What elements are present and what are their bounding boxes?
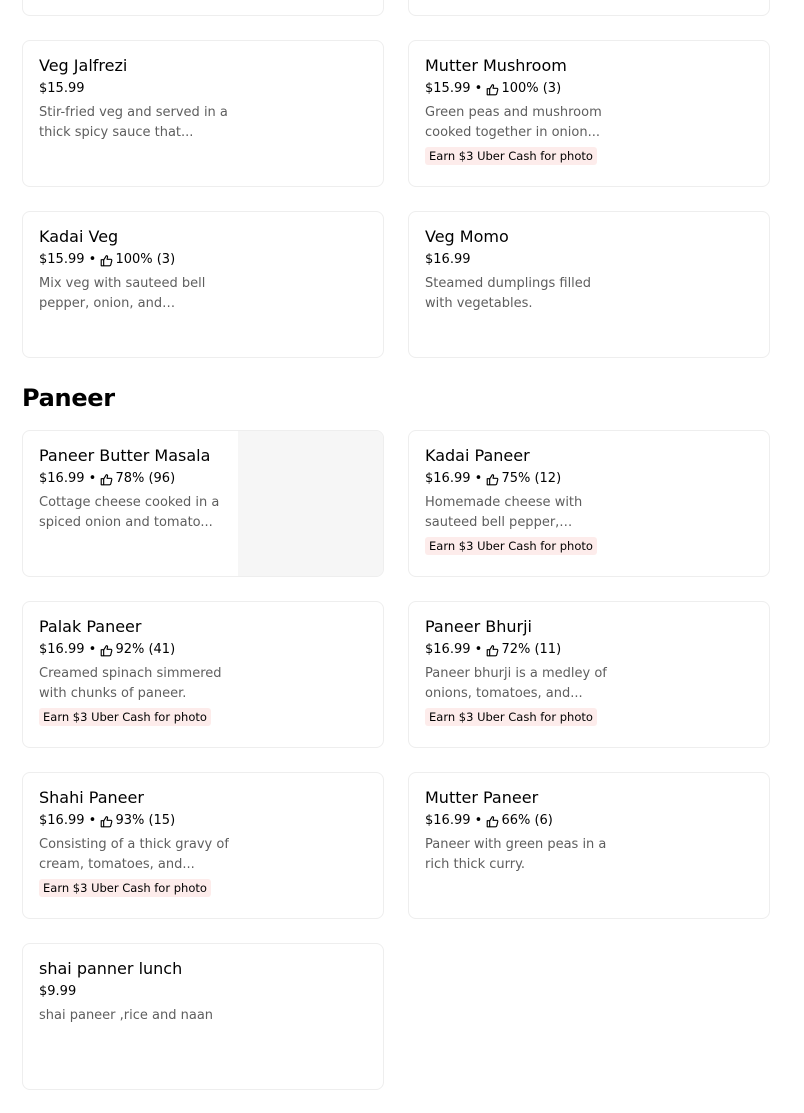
- separator: •: [470, 81, 487, 96]
- item-name: Mutter Paneer: [425, 788, 539, 807]
- thumbs-up-icon: [486, 83, 499, 96]
- item-name: Veg Jalfrezi: [39, 56, 128, 75]
- item-rating: 100% (3): [501, 81, 562, 96]
- item-description: Creamed spinach simmered with chunks of …: [39, 666, 222, 701]
- uber-cash-promo-badge: Earn $3 Uber Cash for photo: [425, 708, 597, 726]
- item-name: Mutter Mushroom: [425, 56, 567, 75]
- item-meta: $15.99 • 100% (3): [39, 251, 239, 269]
- uber-cash-promo-badge: Earn $3 Uber Cash for photo: [425, 537, 597, 555]
- uber-cash-promo-badge: Earn $3 Uber Cash for photo: [425, 147, 597, 165]
- menu-item-card[interactable]: Veg Jalfrezi $15.99 Stir-fried veg and ser…: [22, 40, 384, 187]
- menu-item-card[interactable]: Paneer Bhurji $16.99 • 72% (11) Paneer bhu…: [408, 601, 770, 748]
- separator: •: [470, 813, 487, 828]
- item-description: Paneer bhurji is a medley of onions, tom…: [425, 666, 607, 701]
- separator: •: [470, 471, 487, 486]
- thumbs-up-icon: [486, 644, 499, 657]
- thumbs-up-icon: [100, 644, 113, 657]
- uber-cash-promo-badge: Earn $3 Uber Cash for photo: [39, 708, 211, 726]
- item-meta: $16.99: [425, 251, 625, 269]
- item-meta: $9.99: [39, 983, 239, 1001]
- menu-item-card-partial[interactable]: [408, 0, 770, 16]
- item-meta: $16.99 • 78% (96): [39, 470, 239, 488]
- item-meta: $16.99 • 66% (6): [425, 812, 625, 830]
- item-price: $16.99: [425, 252, 471, 267]
- separator: •: [470, 642, 487, 657]
- thumbs-up-icon: [100, 815, 113, 828]
- item-rating: 75% (12): [501, 471, 562, 486]
- item-meta: $16.99 • 72% (11): [425, 641, 625, 659]
- item-description: Consisting of a thick gravy of cream, to…: [39, 837, 229, 872]
- item-price: $16.99: [39, 642, 85, 657]
- menu-item-card[interactable]: Kadai Veg $15.99 • 100% (3) Mix veg with s…: [22, 211, 384, 358]
- menu-item-card[interactable]: Kadai Paneer $16.99 • 75% (12) Homemade ch…: [408, 430, 770, 577]
- uber-cash-promo-badge: Earn $3 Uber Cash for photo: [39, 879, 211, 897]
- item-name: Paneer Butter Masala: [39, 446, 211, 465]
- item-description: Homemade cheese with sauteed bell pepper…: [425, 495, 583, 530]
- item-name: Kadai Veg: [39, 227, 119, 246]
- item-description: Steamed dumplings filled with vegetables…: [425, 276, 592, 311]
- item-price: $16.99: [39, 813, 85, 828]
- separator: •: [84, 471, 101, 486]
- item-meta: $16.99 • 93% (15): [39, 812, 239, 830]
- item-name: Kadai Paneer: [425, 446, 530, 465]
- item-rating: 100% (3): [115, 252, 176, 267]
- item-name: shai panner lunch: [39, 959, 183, 978]
- item-meta: $15.99: [39, 80, 239, 98]
- item-meta: $16.99 • 92% (41): [39, 641, 239, 659]
- item-rating: 78% (96): [115, 471, 176, 486]
- thumbs-up-icon: [100, 254, 113, 267]
- menu-item-card[interactable]: shai panner lunch $9.99 shai paneer ,rice …: [22, 943, 384, 1090]
- item-name: Paneer Bhurji: [425, 617, 532, 636]
- item-price: $16.99: [425, 471, 471, 486]
- separator: •: [84, 642, 101, 657]
- menu-item-card[interactable]: Mutter Paneer $16.99 • 66% (6) Paneer with…: [408, 772, 770, 919]
- item-name: Shahi Paneer: [39, 788, 144, 807]
- section-title-paneer: Paneer: [22, 384, 115, 412]
- item-price: $9.99: [39, 984, 77, 999]
- item-price: $16.99: [425, 642, 471, 657]
- item-price: $15.99: [39, 81, 85, 96]
- item-price: $15.99: [39, 252, 85, 267]
- separator: •: [84, 813, 101, 828]
- thumbs-up-icon: [486, 473, 499, 486]
- item-image: [238, 431, 383, 576]
- item-meta: $16.99 • 75% (12): [425, 470, 625, 488]
- item-name: Palak Paneer: [39, 617, 142, 636]
- item-description: Cottage cheese cooked in a spiced onion …: [39, 495, 220, 530]
- item-description: Green peas and mushroom cooked together …: [425, 105, 602, 140]
- item-description: shai paneer ,rice and naan: [39, 1008, 214, 1023]
- menu-item-card-partial[interactable]: [22, 0, 384, 16]
- menu-item-card[interactable]: Veg Momo $16.99 Steamed dumplings filled w…: [408, 211, 770, 358]
- item-rating: 92% (41): [115, 642, 176, 657]
- separator: •: [84, 252, 101, 267]
- item-rating: 72% (11): [501, 642, 562, 657]
- item-rating: 66% (6): [501, 813, 553, 828]
- item-description: Mix veg with sauteed bell pepper, onion,…: [39, 276, 206, 311]
- menu-item-card[interactable]: Palak Paneer $16.99 • 92% (41) Creamed spi…: [22, 601, 384, 748]
- item-description: Paneer with green peas in a rich thick c…: [425, 837, 607, 872]
- item-meta: $15.99 • 100% (3): [425, 80, 625, 98]
- item-description: Stir-fried veg and served in a thick spi…: [39, 105, 228, 140]
- item-price: $16.99: [39, 471, 85, 486]
- thumbs-up-icon: [100, 473, 113, 486]
- item-rating: 93% (15): [115, 813, 176, 828]
- menu-item-card[interactable]: Mutter Mushroom $15.99 • 100% (3) Green pe…: [408, 40, 770, 187]
- menu-item-card[interactable]: Shahi Paneer $16.99 • 93% (15) Consisting …: [22, 772, 384, 919]
- menu-item-card[interactable]: Paneer Butter Masala $16.99 • 78% (96) Cot…: [22, 430, 384, 577]
- item-price: $15.99: [425, 81, 471, 96]
- item-name: Veg Momo: [425, 227, 509, 246]
- item-price: $16.99: [425, 813, 471, 828]
- thumbs-up-icon: [486, 815, 499, 828]
